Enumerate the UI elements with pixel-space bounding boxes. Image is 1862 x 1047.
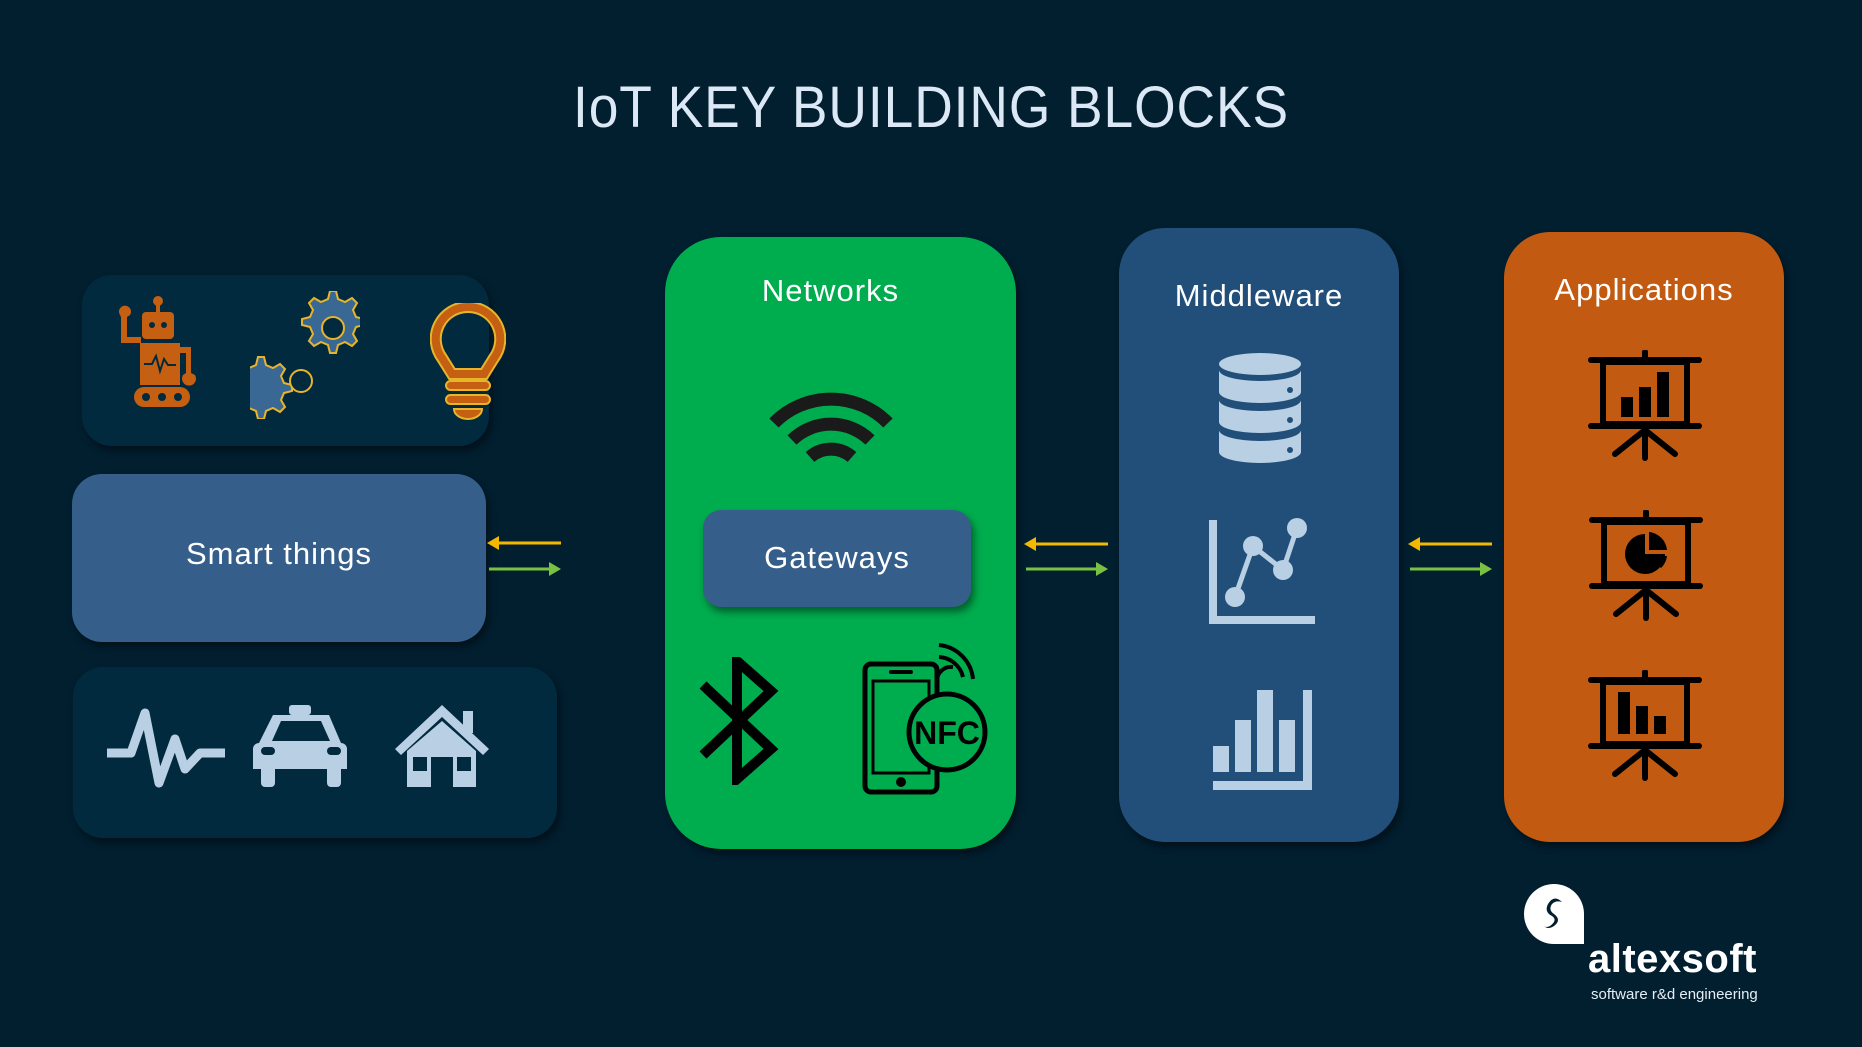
networks-label: Networks — [761, 273, 900, 308]
nfc-phone-icon: NFC — [862, 643, 988, 795]
diagram-title: IoT KEY BUILDING BLOCKS — [572, 75, 1290, 140]
lightbulb-icon — [430, 303, 506, 420]
database-icon — [1219, 353, 1301, 463]
arrow-networks-middleware — [1024, 537, 1108, 576]
robot-icon — [119, 296, 196, 407]
middleware-label: Middleware — [1174, 278, 1344, 313]
presentation-column-chart-icon — [1588, 670, 1702, 781]
gateways-label: Gateways — [764, 540, 910, 575]
nfc-text: NFC — [914, 715, 980, 751]
altexsoft-logo-icon — [1524, 884, 1584, 944]
gateways-box: Gateways — [703, 510, 971, 607]
middleware-panel: Middleware — [1119, 228, 1399, 842]
taxi-icon — [253, 705, 347, 787]
networks-panel: Networks Gateways NFC — [665, 237, 1016, 849]
wifi-icon — [769, 392, 893, 478]
bluetooth-icon — [699, 657, 779, 785]
logo-tagline: software r&d engineering — [1591, 986, 1758, 1003]
presentation-pie-chart-icon — [1589, 510, 1703, 621]
smart-things-box: Smart things — [72, 474, 486, 642]
heartbeat-icon — [107, 708, 225, 788]
line-chart-icon — [1209, 518, 1315, 624]
applications-panel: Applications — [1504, 232, 1784, 842]
gears-icon — [250, 291, 360, 419]
house-icon — [395, 705, 489, 787]
arrow-to-smart-things — [487, 536, 561, 576]
bar-chart-icon — [1213, 690, 1312, 790]
devices-bottom-box — [73, 667, 557, 838]
logo-wordmark: altexsoft — [1588, 937, 1757, 981]
applications-label: Applications — [1554, 272, 1734, 307]
presentation-bar-chart-icon — [1588, 350, 1702, 461]
smart-things-label: Smart things — [185, 536, 372, 571]
arrow-middleware-applications — [1408, 537, 1492, 576]
devices-top-box — [82, 275, 506, 446]
